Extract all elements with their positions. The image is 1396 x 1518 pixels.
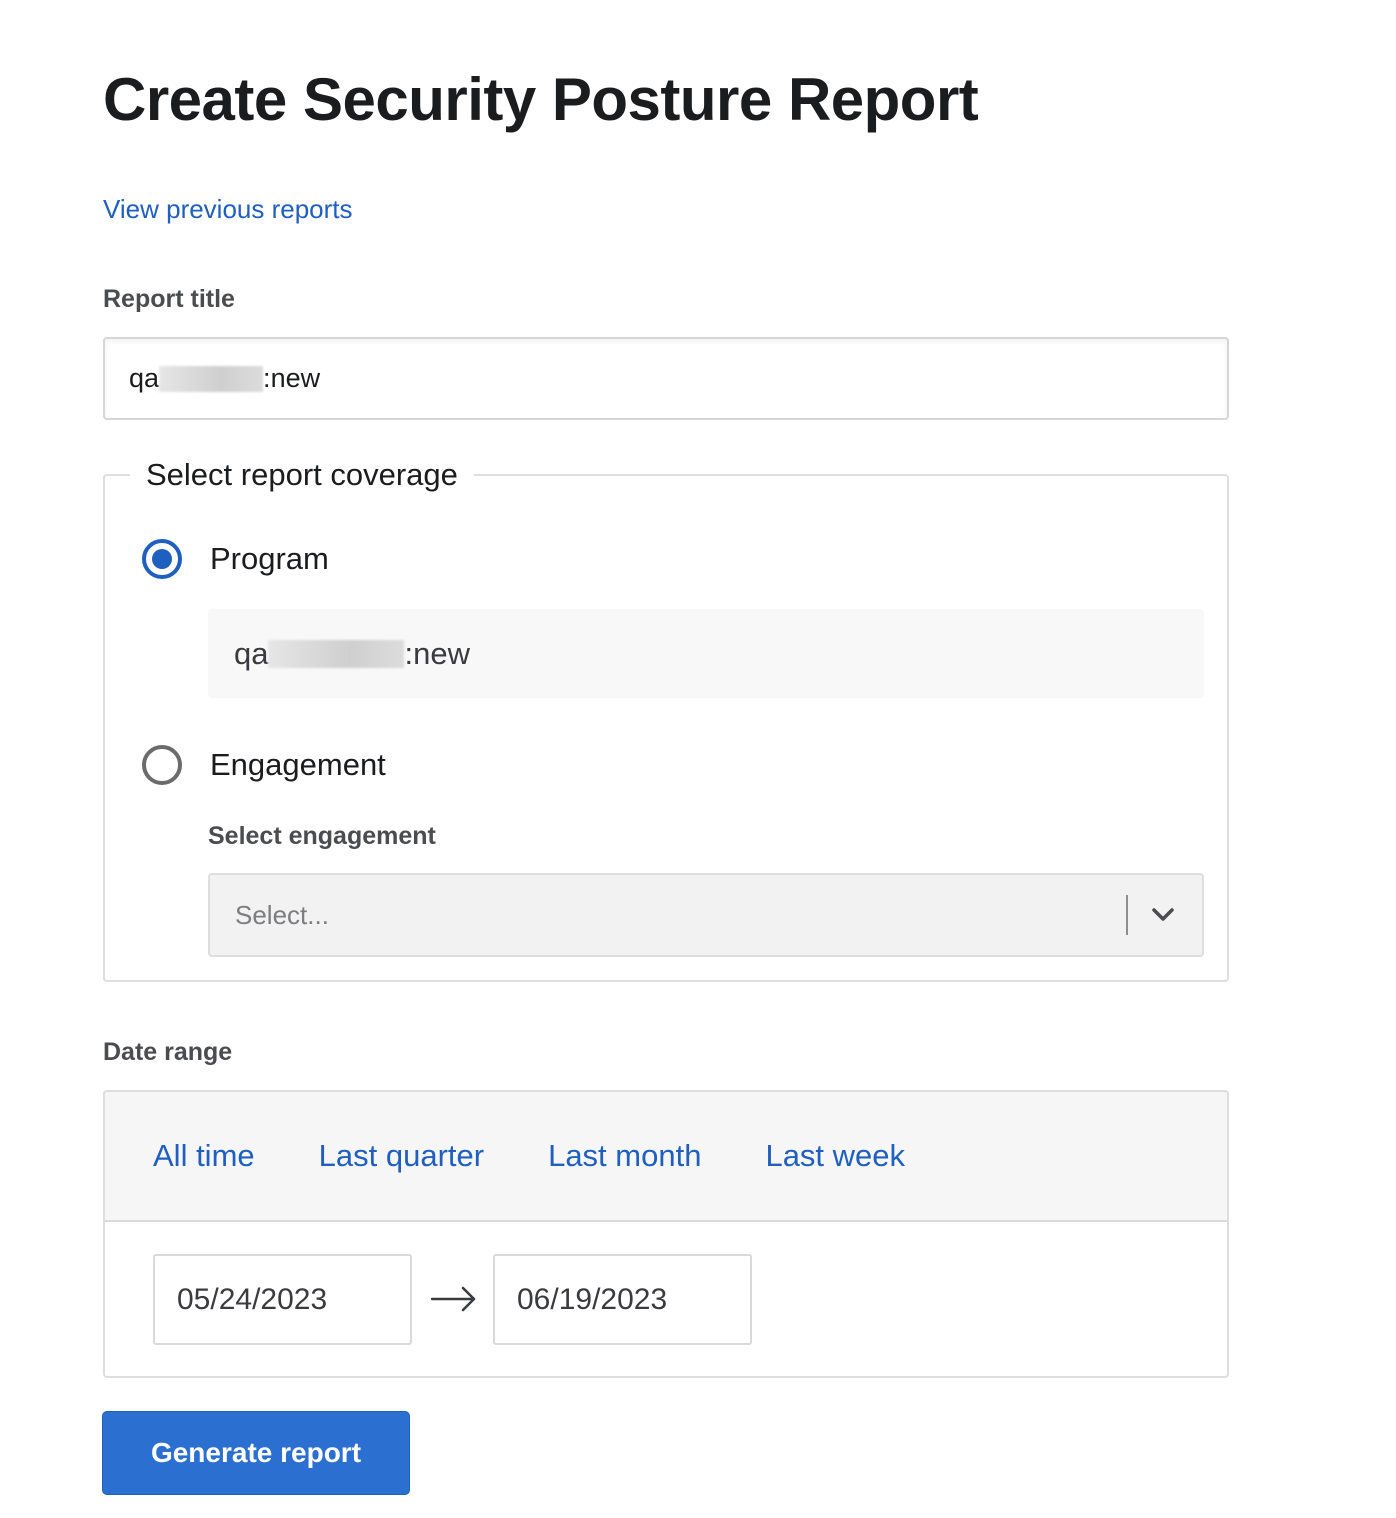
date-range-panel: All time Last quarter Last month Last we… bbox=[103, 1090, 1229, 1378]
page-title: Create Security Posture Report bbox=[103, 66, 979, 133]
program-value-field: qa :new bbox=[208, 609, 1204, 698]
preset-all-time[interactable]: All time bbox=[153, 1136, 255, 1176]
preset-last-month[interactable]: Last month bbox=[548, 1136, 701, 1176]
program-value-suffix: :new bbox=[404, 635, 470, 671]
program-value-prefix: qa bbox=[234, 635, 269, 671]
report-title-value-suffix: :new bbox=[263, 363, 321, 393]
view-previous-reports-link[interactable]: View previous reports bbox=[103, 193, 353, 225]
date-range-label: Date range bbox=[103, 1038, 233, 1066]
select-divider bbox=[1126, 895, 1128, 935]
report-title-label: Report title bbox=[103, 285, 235, 313]
start-date-input[interactable]: 05/24/2023 bbox=[153, 1254, 412, 1345]
chevron-down-icon[interactable] bbox=[1152, 895, 1202, 935]
radio-program[interactable]: Program bbox=[142, 539, 329, 579]
redacted-region bbox=[159, 365, 264, 392]
report-title-value-prefix: qa bbox=[129, 363, 160, 393]
preset-last-quarter[interactable]: Last quarter bbox=[319, 1136, 484, 1176]
radio-unchecked-icon[interactable] bbox=[142, 745, 182, 785]
preset-last-week[interactable]: Last week bbox=[765, 1136, 905, 1176]
radio-engagement-label: Engagement bbox=[210, 747, 386, 782]
date-presets: All time Last quarter Last month Last we… bbox=[105, 1092, 1227, 1222]
select-engagement-label: Select engagement bbox=[208, 822, 436, 850]
generate-report-button[interactable]: Generate report bbox=[102, 1411, 410, 1495]
date-inputs-row: 05/24/2023 06/19/2023 bbox=[105, 1222, 1227, 1376]
radio-program-label: Program bbox=[210, 541, 329, 576]
redacted-region bbox=[268, 639, 405, 668]
report-title-input[interactable]: qa :new bbox=[103, 337, 1229, 420]
radio-engagement[interactable]: Engagement bbox=[142, 745, 386, 785]
report-coverage-legend: Select report coverage bbox=[146, 457, 458, 492]
end-date-input[interactable]: 06/19/2023 bbox=[493, 1254, 752, 1345]
engagement-select-placeholder: Select... bbox=[235, 899, 329, 930]
arrow-right-icon bbox=[431, 1286, 476, 1312]
engagement-select[interactable]: Select... bbox=[208, 873, 1204, 957]
radio-checked-icon[interactable] bbox=[142, 539, 182, 579]
